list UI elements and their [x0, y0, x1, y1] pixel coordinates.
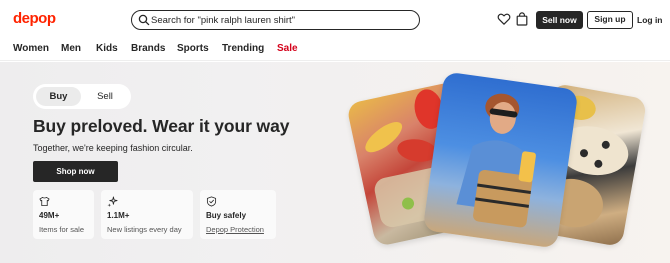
- shop-now-button[interactable]: Shop now: [33, 161, 118, 182]
- sign-up-button[interactable]: Sign up: [587, 11, 633, 29]
- depop-protection-link[interactable]: Depop Protection: [206, 225, 264, 234]
- stat-label: Items for sale: [39, 225, 85, 234]
- nav-item-men[interactable]: Men: [61, 43, 81, 54]
- nav-item-kids[interactable]: Kids: [96, 43, 118, 54]
- toggle-sell-option[interactable]: Sell: [85, 87, 125, 106]
- buy-sell-toggle: Buy Sell: [33, 84, 131, 109]
- top-bar: depop Sell now Sign up Log in: [0, 0, 670, 38]
- nav-item-women[interactable]: Women: [13, 43, 49, 54]
- sparkle-icon: [107, 196, 118, 207]
- stat-label: New listings every day: [107, 225, 182, 234]
- toggle-buy-option[interactable]: Buy: [36, 87, 81, 106]
- stat-card-items: 49M+ Items for sale: [33, 190, 94, 239]
- stat-value: Buy safely: [206, 211, 247, 220]
- bag-icon[interactable]: [515, 12, 529, 26]
- heart-icon[interactable]: [497, 12, 511, 26]
- hero-subtitle: Together, we're keeping fashion circular…: [33, 143, 193, 153]
- shield-icon: [206, 196, 217, 207]
- nav-item-brands[interactable]: Brands: [131, 43, 165, 54]
- sell-now-button[interactable]: Sell now: [536, 11, 583, 29]
- stat-value: 49M+: [39, 211, 60, 220]
- stat-card-protection: Buy safely Depop Protection: [200, 190, 276, 239]
- stat-value: 1.1M+: [107, 211, 130, 220]
- tshirt-icon: [39, 196, 50, 207]
- search-input[interactable]: [151, 13, 413, 27]
- depop-logo[interactable]: depop: [13, 10, 56, 27]
- nav-item-sale[interactable]: Sale: [277, 43, 298, 54]
- search-icon: [138, 14, 150, 26]
- log-in-link[interactable]: Log in: [637, 15, 663, 25]
- nav-item-trending[interactable]: Trending: [222, 43, 264, 54]
- search-bar[interactable]: [131, 10, 420, 30]
- hero-title: Buy preloved. Wear it your way: [33, 116, 290, 136]
- stat-card-listings: 1.1M+ New listings every day: [101, 190, 193, 239]
- hero-image-woman-with-bag: [422, 71, 579, 249]
- woman-with-bag-illustration: [456, 93, 536, 228]
- nav-item-sports[interactable]: Sports: [177, 43, 209, 54]
- category-nav: Women Men Kids Brands Sports Trending Sa…: [0, 38, 670, 61]
